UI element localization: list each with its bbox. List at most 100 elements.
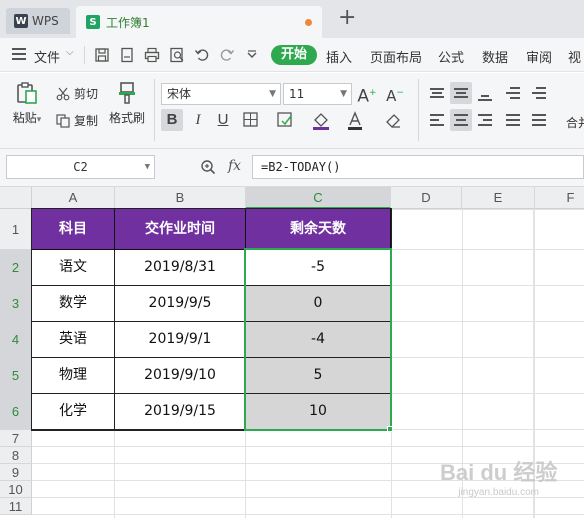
- table-cell[interactable]: 0: [246, 286, 391, 322]
- select-all-corner[interactable]: [0, 187, 32, 209]
- border-icon[interactable]: [240, 109, 262, 131]
- copy-icon: [56, 113, 70, 128]
- table-cell[interactable]: 2019/9/10: [115, 358, 246, 394]
- print-icon[interactable]: [144, 47, 160, 63]
- copy-button[interactable]: 复制: [56, 112, 98, 129]
- table-cell[interactable]: 语文: [32, 250, 115, 286]
- paste-button[interactable]: 粘贴▾: [8, 81, 46, 126]
- row-header-1[interactable]: 1: [0, 209, 32, 250]
- format-painter-button[interactable]: 格式刷: [106, 81, 148, 126]
- cut-button[interactable]: 剪切: [56, 85, 98, 102]
- spreadsheet-logo-icon: S: [86, 15, 100, 29]
- decrease-indent-icon[interactable]: [502, 82, 524, 104]
- column-header-a[interactable]: A: [32, 187, 115, 209]
- menu-data[interactable]: 数据: [482, 47, 508, 66]
- insert-function-button[interactable]: fx: [228, 158, 241, 174]
- increase-indent-icon[interactable]: [528, 82, 550, 104]
- row-header-2[interactable]: 2: [0, 250, 32, 286]
- format-painter-label: 格式刷: [108, 111, 145, 125]
- menu-page-layout[interactable]: 页面布局: [370, 47, 422, 66]
- italic-button[interactable]: I: [187, 109, 209, 131]
- fill-handle[interactable]: [387, 426, 393, 432]
- distributed-align-icon[interactable]: [528, 109, 550, 131]
- hamburger-menu-icon[interactable]: [12, 48, 26, 62]
- menu-formulas[interactable]: 公式: [438, 47, 464, 66]
- cell-style-icon[interactable]: [274, 109, 296, 131]
- gridline: [391, 393, 584, 394]
- menu-insert[interactable]: 插入: [326, 47, 352, 66]
- wps-home-tab[interactable]: W WPS: [6, 8, 70, 34]
- table-cell[interactable]: 2019/9/1: [115, 322, 246, 358]
- table-cell[interactable]: 10: [246, 394, 391, 430]
- menu-review[interactable]: 审阅: [526, 47, 552, 66]
- wps-home-tab-label: WPS: [32, 14, 59, 28]
- justify-icon[interactable]: [502, 109, 524, 131]
- font-color-icon[interactable]: [344, 109, 366, 131]
- row-header-5[interactable]: 5: [0, 358, 32, 394]
- column-header-e[interactable]: E: [462, 187, 535, 209]
- align-left-icon[interactable]: [426, 109, 448, 131]
- font-size-select[interactable]: 11 ▼: [283, 83, 352, 105]
- gridline: [391, 357, 584, 358]
- table-cell[interactable]: 5: [246, 358, 391, 394]
- redo-icon[interactable]: [219, 47, 235, 63]
- row-header-10[interactable]: 10: [0, 481, 32, 498]
- row-header-9[interactable]: 9: [0, 464, 32, 481]
- merge-center-label: 合并: [566, 116, 584, 130]
- column-header-d[interactable]: D: [391, 187, 462, 209]
- align-bottom-icon[interactable]: [474, 82, 496, 104]
- chevron-down-icon[interactable]: ⌵: [66, 47, 74, 58]
- title-bar: W WPS S 工作簿1 +: [0, 0, 584, 38]
- align-center-icon[interactable]: [450, 109, 472, 131]
- column-header-f[interactable]: F: [535, 187, 584, 209]
- font-name-select[interactable]: 宋体 ▼: [161, 83, 281, 105]
- divider: [154, 79, 155, 141]
- bold-button[interactable]: B: [161, 109, 183, 131]
- header-cell-days-left[interactable]: 剩余天数: [246, 209, 391, 250]
- menu-start-tab[interactable]: 开始: [271, 45, 317, 65]
- save-icon[interactable]: [94, 47, 110, 63]
- header-cell-subject[interactable]: 科目: [32, 209, 115, 250]
- column-header-c[interactable]: C: [246, 187, 391, 209]
- column-header-b[interactable]: B: [115, 187, 246, 209]
- chevron-down-icon: ▼: [269, 89, 276, 99]
- formula-bar: C2 ▼ fx =B2-TODAY(): [0, 149, 584, 187]
- customize-icon[interactable]: [244, 47, 260, 63]
- print-preview-icon[interactable]: [169, 47, 185, 63]
- row-header-6[interactable]: 6: [0, 394, 32, 430]
- table-cell[interactable]: 2019/8/31: [115, 250, 246, 286]
- row-header-11[interactable]: 11: [0, 498, 32, 515]
- table-cell[interactable]: 物理: [32, 358, 115, 394]
- align-top-icon[interactable]: [426, 82, 448, 104]
- table-cell[interactable]: 数学: [32, 286, 115, 322]
- menu-file[interactable]: 文件: [34, 47, 60, 66]
- increase-font-size-button[interactable]: A+: [356, 82, 378, 107]
- formula-input[interactable]: =B2-TODAY(): [252, 155, 584, 179]
- watermark-main: Bai du 经验: [440, 460, 558, 485]
- name-box[interactable]: C2 ▼: [6, 155, 155, 179]
- header-cell-due-date[interactable]: 交作业时间: [115, 209, 246, 250]
- zoom-icon[interactable]: [200, 159, 216, 175]
- row-header-4[interactable]: 4: [0, 322, 32, 358]
- align-middle-icon[interactable]: [450, 82, 472, 104]
- decrease-font-size-button[interactable]: A−: [384, 82, 406, 105]
- table-cell[interactable]: 2019/9/15: [115, 394, 246, 430]
- row-header-3[interactable]: 3: [0, 286, 32, 322]
- export-pdf-icon[interactable]: [119, 47, 135, 63]
- clear-format-icon[interactable]: [382, 109, 404, 131]
- table-cell[interactable]: 化学: [32, 394, 115, 430]
- menu-view[interactable]: 视: [568, 47, 581, 66]
- new-tab-button[interactable]: +: [338, 7, 356, 29]
- table-cell[interactable]: -4: [246, 322, 391, 358]
- row-header-7[interactable]: 7: [0, 430, 32, 447]
- document-tab[interactable]: S 工作簿1: [76, 6, 322, 38]
- row-header-8[interactable]: 8: [0, 447, 32, 464]
- table-cell[interactable]: 2019/9/5: [115, 286, 246, 322]
- undo-icon[interactable]: [194, 47, 210, 63]
- underline-button[interactable]: U: [212, 109, 234, 131]
- table-cell[interactable]: 英语: [32, 322, 115, 358]
- merge-center-button[interactable]: 合并: [566, 114, 584, 131]
- align-right-icon[interactable]: [474, 109, 496, 131]
- fill-color-icon[interactable]: [310, 109, 332, 131]
- active-cell[interactable]: -5: [246, 250, 391, 286]
